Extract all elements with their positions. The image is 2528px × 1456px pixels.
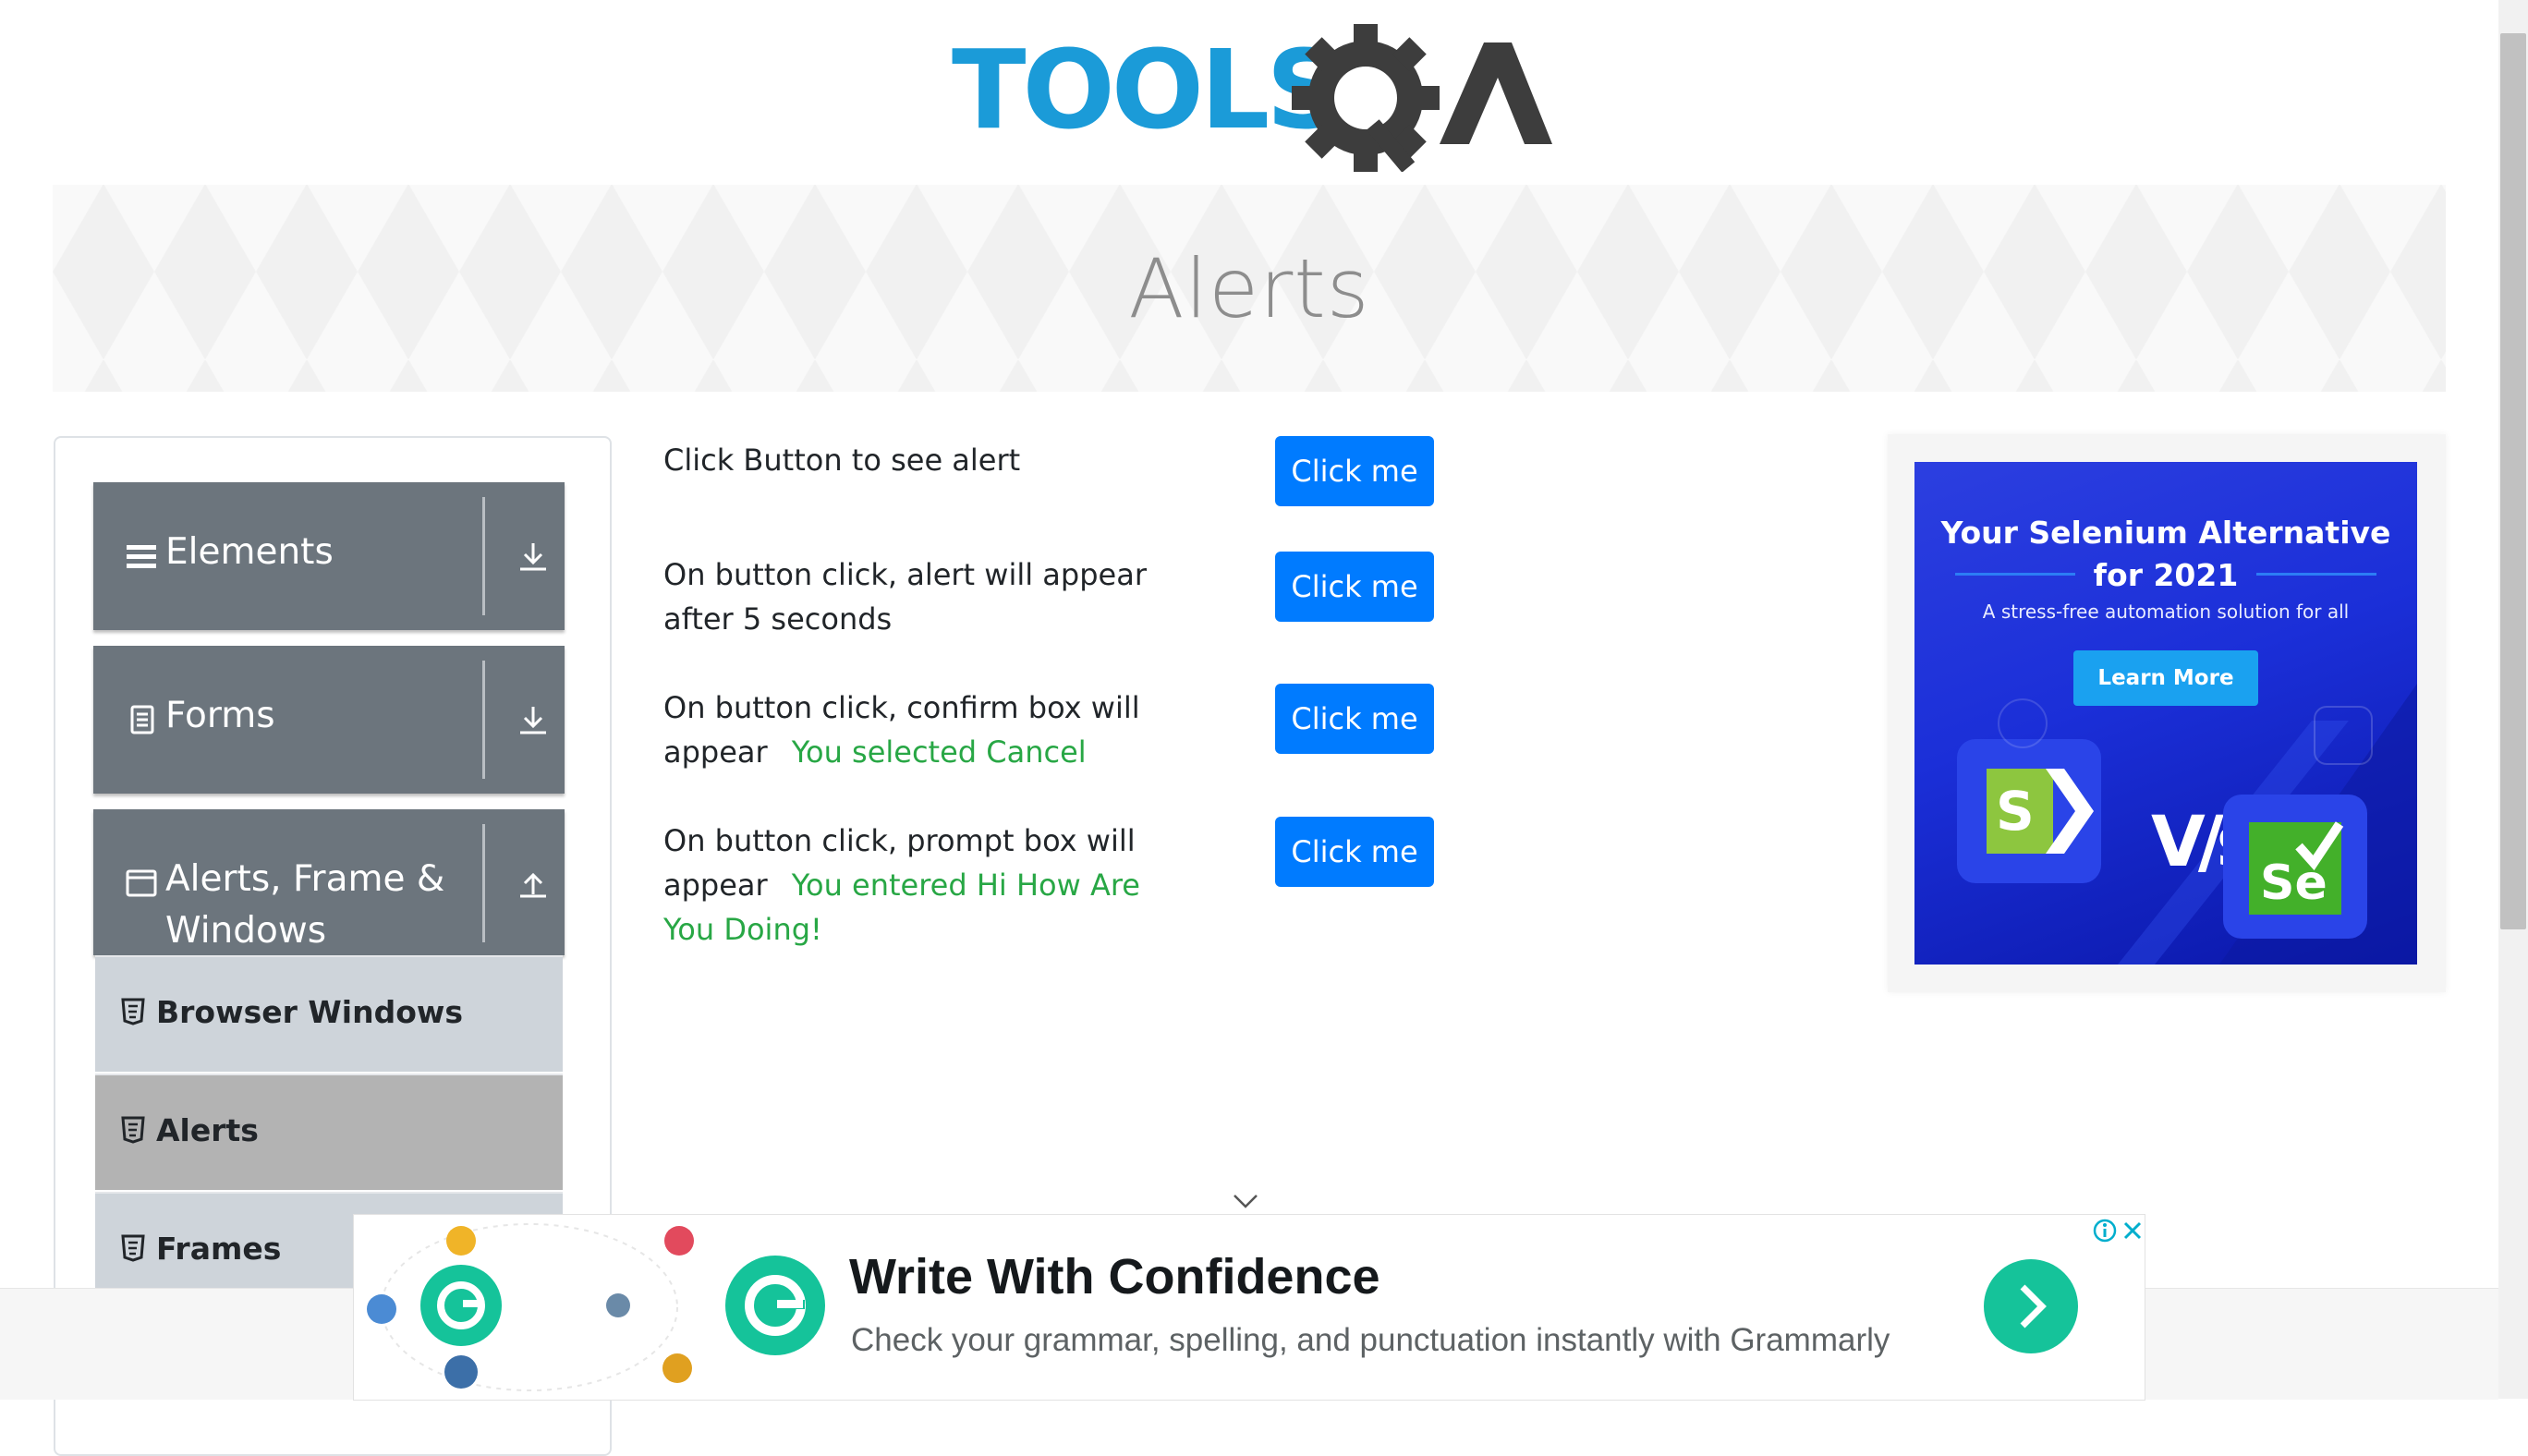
ad-title: Your Selenium Alternative for 2021 xyxy=(1914,512,2417,597)
svg-text:TOOLS: TOOLS xyxy=(952,26,1341,153)
toolsqa-logo[interactable]: TOOLS xyxy=(952,24,1552,173)
sidebar-group-elements[interactable]: Elements xyxy=(93,482,565,630)
alert-row-1-text: Click Button to see alert xyxy=(663,438,1218,482)
alert-row-4-text: On button click, prompt box will appear Y… xyxy=(663,819,1181,952)
arrow-right-icon[interactable] xyxy=(1984,1259,2078,1353)
grammarly-ad[interactable]: Write With Confidence Check your grammar… xyxy=(353,1214,2145,1401)
alert-row-3-text: On button click, confirm box will appear… xyxy=(663,686,1144,774)
upload-icon[interactable] xyxy=(517,867,550,900)
ad-title-line-2: for 2021 xyxy=(2093,557,2239,593)
alert-button[interactable]: Click me xyxy=(1275,436,1434,506)
sidebar-item-label: Frames xyxy=(156,1231,282,1267)
sidebar-group-label: Elements xyxy=(165,531,334,573)
clock-icon xyxy=(1998,698,2048,748)
chevron-down-icon[interactable] xyxy=(1231,1192,1260,1210)
selenium-logo: Se xyxy=(2223,795,2367,939)
alert-description: Click Button to see alert xyxy=(663,443,1021,478)
page-title: Alerts xyxy=(1128,240,1370,336)
sidebar-group-label: Forms xyxy=(165,695,275,736)
download-icon[interactable] xyxy=(517,703,550,736)
ad-decor-line xyxy=(2256,573,2376,576)
sidebar-group-alerts-frame-windows[interactable]: Alerts, Frame & Windows xyxy=(93,809,565,955)
ad-title-line-1: Your Selenium Alternative xyxy=(1940,515,2391,551)
ad-subtitle: A stress-free automation solution for al… xyxy=(1982,601,2350,623)
html5-icon xyxy=(121,1234,145,1262)
confirm-button[interactable]: Click me xyxy=(1275,684,1434,754)
timer-alert-button[interactable]: Click me xyxy=(1275,552,1434,622)
group-divider xyxy=(482,497,485,615)
page-header-banner: Alerts xyxy=(53,185,2446,392)
katalon-letter: S xyxy=(1996,780,2035,843)
timer-alert-description: On button click, alert will appear after… xyxy=(663,557,1147,637)
html5-icon xyxy=(121,998,145,1025)
ad-decor-line xyxy=(1955,573,2075,576)
download-icon[interactable] xyxy=(517,540,550,573)
prompt-button[interactable]: Click me xyxy=(1275,817,1434,887)
ad-subtitle: Check your grammar, spelling, and punctu… xyxy=(851,1322,1890,1358)
katalon-logo: S xyxy=(1957,739,2101,883)
ad-close-icon[interactable] xyxy=(2119,1217,2145,1244)
sidebar-item-browser-windows[interactable]: Browser Windows xyxy=(95,955,563,1072)
sidebar-item-label: Browser Windows xyxy=(156,994,463,1030)
group-divider xyxy=(482,824,485,942)
selenium-letters: Se xyxy=(2260,855,2327,911)
grammarly-logo xyxy=(725,1256,825,1355)
document-icon xyxy=(125,703,158,736)
sidebar-item-label: Alerts xyxy=(156,1112,259,1148)
window-icon xyxy=(125,867,158,900)
learn-more-button[interactable]: Learn More xyxy=(2073,650,2258,706)
html5-icon xyxy=(121,1116,145,1144)
selenium-alternative-ad[interactable]: Your Selenium Alternative for 2021 A str… xyxy=(1914,462,2417,965)
code-icon xyxy=(2314,706,2373,765)
sidebar-group-forms[interactable]: Forms xyxy=(93,646,565,794)
ad-title: Write With Confidence xyxy=(849,1249,1380,1304)
confirm-result: You selected Cancel xyxy=(791,734,1087,770)
sidebar-group-label: Alerts, Frame & Windows xyxy=(165,858,445,952)
ad-info-icon[interactable] xyxy=(2091,1217,2119,1244)
page-scrollbar-thumb[interactable] xyxy=(2500,33,2526,929)
hamburger-icon xyxy=(125,540,158,573)
group-divider xyxy=(482,661,485,779)
sidebar-item-alerts[interactable]: Alerts xyxy=(95,1074,563,1190)
alert-row-2-text: On button click, alert will appear after… xyxy=(663,552,1209,641)
